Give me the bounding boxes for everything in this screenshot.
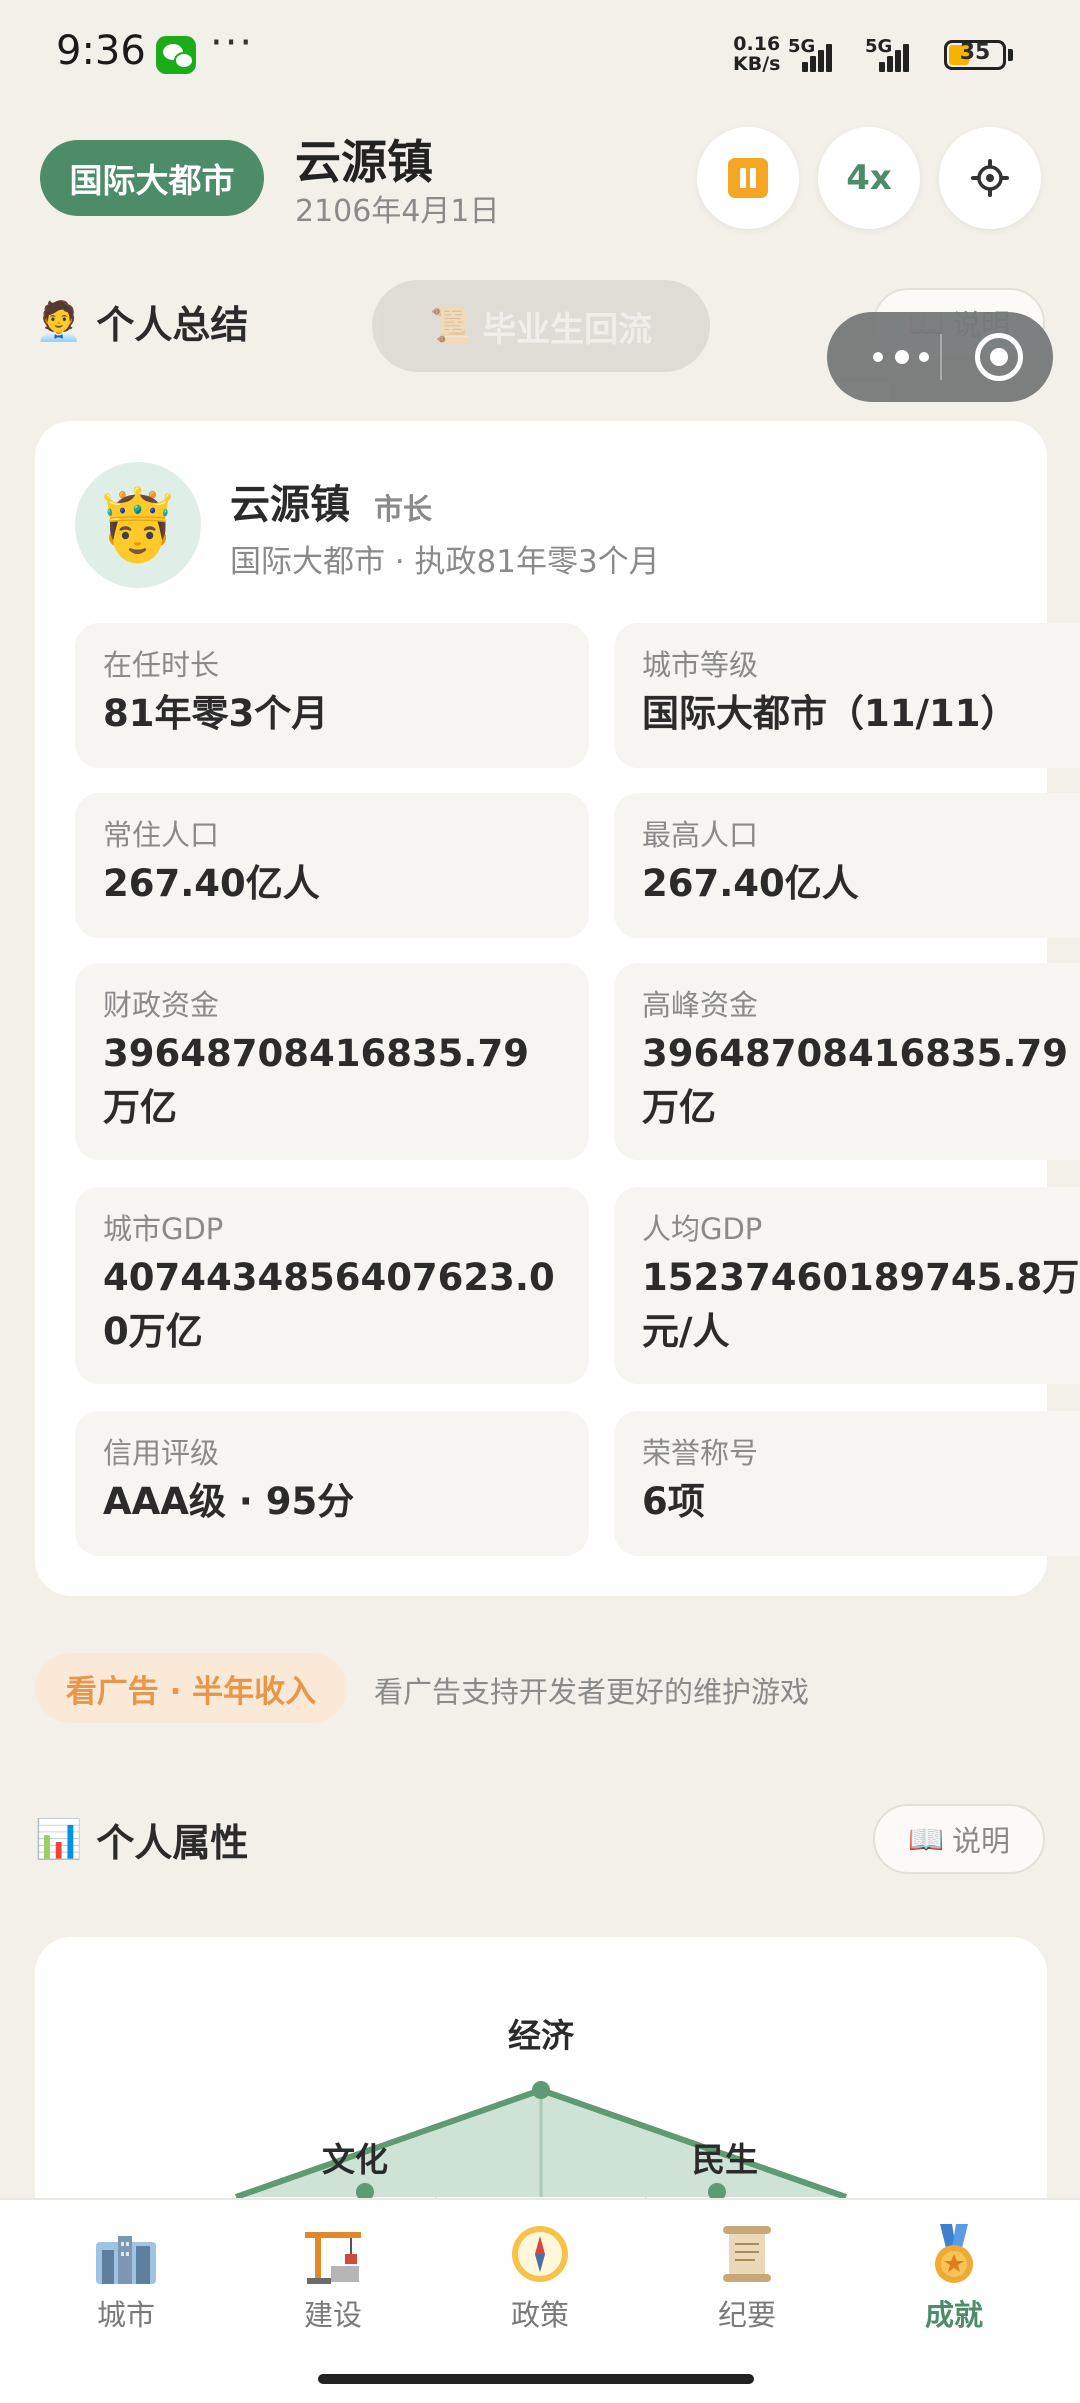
speed-button[interactable]: 4x xyxy=(818,127,920,229)
stat-value: 15237460189745.8万元/人 xyxy=(642,1256,1080,1353)
player-name: 云源镇 xyxy=(230,482,350,528)
medal-icon xyxy=(935,2224,973,2283)
book-icon: 📖 xyxy=(907,1821,945,1856)
attributes-explain-button[interactable]: 📖 说明 xyxy=(873,1804,1045,1874)
gear-icon xyxy=(971,159,1009,197)
stat-value: 267.40亿人 xyxy=(103,862,320,905)
settings-button[interactable] xyxy=(939,127,1041,229)
battery-icon: 35 xyxy=(944,40,1006,70)
stat-city-level: 城市等级 国际大都市（11/11） xyxy=(614,623,1080,768)
bar-chart-icon: 📊 xyxy=(35,1817,83,1861)
stat-value: 39648708416835.79万亿 xyxy=(103,1032,529,1129)
stat-gdp-per-capita: 人均GDP 15237460189745.8万元/人 xyxy=(614,1187,1080,1384)
pause-button[interactable] xyxy=(697,127,799,229)
signal-icon: 5G xyxy=(865,36,915,72)
radar-label-livelihood: 民生 xyxy=(692,2140,758,2179)
personal-attributes-title: 📊 个人属性 xyxy=(35,1812,248,1867)
stat-label: 在任时长 xyxy=(103,648,220,682)
close-miniprogram-icon[interactable] xyxy=(975,333,1023,381)
game-date: 2106年4月1日 xyxy=(295,194,500,229)
nav-item-city[interactable]: 城市 xyxy=(51,2222,201,2332)
radar-label-economy: 经济 xyxy=(508,2016,574,2055)
stat-label: 高峰资金 xyxy=(642,988,759,1022)
nav-label: 城市 xyxy=(96,2298,155,2332)
stat-label: 最高人口 xyxy=(642,818,759,852)
stat-label: 信用评级 xyxy=(103,1436,220,1470)
nav-item-policy[interactable]: 政策 xyxy=(465,2222,615,2332)
watch-ad-button[interactable]: 看广告 · 半年收入 xyxy=(35,1653,347,1723)
attributes-explain-label: 说明 xyxy=(952,1824,1011,1858)
stat-label: 人均GDP xyxy=(642,1212,763,1246)
stat-label: 财政资金 xyxy=(103,988,220,1022)
menu-dots-icon[interactable] xyxy=(865,340,945,374)
miniprogram-capsule[interactable] xyxy=(827,312,1053,402)
stat-label: 城市GDP xyxy=(103,1212,224,1246)
scroll-icon: 📜 xyxy=(429,306,473,346)
network-speed-unit: KB/s xyxy=(733,53,781,75)
pause-icon xyxy=(728,158,768,198)
battery-tip xyxy=(1008,49,1013,61)
graduate-return-button[interactable]: 📜 毕业生回流 xyxy=(372,280,710,372)
stat-population: 常住人口 267.40亿人 xyxy=(75,793,589,938)
stat-label: 常住人口 xyxy=(103,818,220,852)
signal-label: 5G xyxy=(788,36,816,57)
stat-tenure: 在任时长 81年零3个月 xyxy=(75,623,589,768)
stat-treasury: 财政资金 39648708416835.79万亿 xyxy=(75,963,589,1160)
stat-value: 国际大都市（11/11） xyxy=(642,692,1018,735)
wechat-icon xyxy=(156,36,196,74)
personal-attributes-title-text: 个人属性 xyxy=(96,1821,249,1865)
battery-level: 35 xyxy=(959,40,991,65)
nav-label: 纪要 xyxy=(717,2298,776,2332)
person-icon: 🧑‍💼 xyxy=(35,299,83,343)
stat-label: 荣誉称号 xyxy=(642,1436,759,1470)
stat-value: 267.40亿人 xyxy=(642,862,859,905)
crane-icon xyxy=(305,2232,361,2284)
radar-label-culture: 文化 xyxy=(322,2140,388,2179)
stat-value: 81年零3个月 xyxy=(103,692,329,735)
player-role: 市长 xyxy=(374,492,433,526)
network-speed: 0.16 KB/s xyxy=(733,34,780,74)
network-speed-value: 0.16 xyxy=(733,33,781,55)
city-level-badge: 国际大都市 xyxy=(40,140,264,216)
avatar: 🤴 xyxy=(75,462,201,588)
stat-peak-population: 最高人口 267.40亿人 xyxy=(614,793,1080,938)
compass-icon xyxy=(512,2226,568,2282)
stat-label: 城市等级 xyxy=(642,648,759,682)
signal-icon: 5G xyxy=(788,36,838,72)
scroll-icon xyxy=(723,2226,771,2282)
home-indicator[interactable] xyxy=(318,2374,754,2384)
nav-item-records[interactable]: 纪要 xyxy=(672,2222,822,2332)
more-dots-icon: ··· xyxy=(210,20,255,66)
city-name: 云源镇 xyxy=(295,135,433,189)
stat-gdp: 城市GDP 4074434856407623.00万亿 xyxy=(75,1187,589,1384)
status-time: 9:36 xyxy=(56,28,146,74)
radar-point-economy xyxy=(532,2081,550,2099)
nav-item-build[interactable]: 建设 xyxy=(258,2222,408,2332)
stat-value: 4074434856407623.00万亿 xyxy=(103,1256,555,1353)
city-icon xyxy=(96,2236,156,2284)
nav-label: 成就 xyxy=(924,2298,983,2332)
stat-peak-treasury: 高峰资金 39648708416835.79万亿 xyxy=(614,963,1080,1160)
stat-value: AAA级 · 95分 xyxy=(103,1480,355,1523)
graduate-return-label: 毕业生回流 xyxy=(482,309,653,350)
ad-description: 看广告支持开发者更好的维护游戏 xyxy=(374,1675,810,1709)
nav-label: 政策 xyxy=(510,2298,569,2332)
signal-label: 5G xyxy=(865,36,893,57)
stat-value: 39648708416835.79万亿 xyxy=(642,1032,1068,1129)
personal-summary-title-text: 个人总结 xyxy=(96,303,249,347)
nav-label: 建设 xyxy=(303,2298,362,2332)
stat-honors: 荣誉称号 6项 xyxy=(614,1411,1080,1556)
stat-value: 6项 xyxy=(642,1480,705,1523)
personal-summary-title: 🧑‍💼 个人总结 xyxy=(35,294,248,349)
player-subtitle: 国际大都市 · 执政81年零3个月 xyxy=(230,544,660,580)
stat-credit-rating: 信用评级 AAA级 · 95分 xyxy=(75,1411,589,1556)
nav-item-achievements[interactable]: 成就 xyxy=(879,2222,1029,2332)
